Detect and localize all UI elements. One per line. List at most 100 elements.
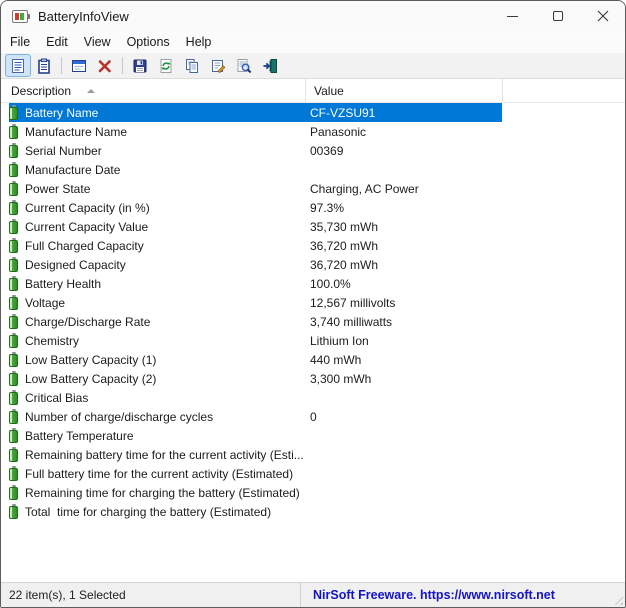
- table-row[interactable]: Full Charged Capacity 36,720 mWh: [9, 236, 502, 255]
- battery-icon: [9, 199, 18, 215]
- table-row[interactable]: Charge/Discharge Rate 3,740 milliwatts: [9, 312, 502, 331]
- row-description: Low Battery Capacity (1): [25, 352, 157, 367]
- toolbar-button-delete[interactable]: [92, 54, 118, 77]
- table-row[interactable]: Remaining battery time for the current a…: [9, 445, 502, 464]
- table-row[interactable]: Designed Capacity 36,720 mWh: [9, 255, 502, 274]
- table-row[interactable]: Current Capacity Value 35,730 mWh: [9, 217, 502, 236]
- battery-icon: [9, 275, 18, 291]
- toolbar-button-find[interactable]: [231, 54, 257, 77]
- nirsoft-link[interactable]: NirSoft Freeware. https://www.nirsoft.ne…: [313, 588, 555, 602]
- menu-item-file[interactable]: File: [2, 33, 38, 51]
- red-x-icon: [98, 59, 111, 72]
- table-row[interactable]: Critical Bias: [9, 388, 502, 407]
- table-row[interactable]: Battery Health 100.0%: [9, 274, 502, 293]
- table-row[interactable]: Manufacture Name Panasonic: [9, 122, 502, 141]
- exit-icon: [263, 58, 277, 73]
- battery-icon: [9, 294, 18, 310]
- column-header-description[interactable]: Description: [1, 79, 306, 102]
- maximize-button[interactable]: [535, 1, 580, 31]
- status-link-pane: NirSoft Freeware. https://www.nirsoft.ne…: [301, 583, 625, 607]
- table-row[interactable]: Power State Charging, AC Power: [9, 179, 502, 198]
- toolbar-button-copy-selected[interactable]: [179, 54, 205, 77]
- row-value: 97.3%: [310, 200, 345, 215]
- row-value: 36,720 mWh: [310, 257, 379, 272]
- table-row[interactable]: Remaining time for charging the battery …: [9, 483, 502, 502]
- menu-item-options[interactable]: Options: [119, 33, 178, 51]
- battery-icon: [9, 123, 18, 139]
- close-button[interactable]: [580, 1, 625, 31]
- table-row[interactable]: Battery Temperature: [9, 426, 502, 445]
- row-value: CF-VZSU91: [310, 105, 376, 120]
- row-description: Manufacture Date: [25, 162, 121, 177]
- battery-info-list: Description Value Battery Name CF-VZSU91…: [1, 79, 625, 582]
- toolbar-button-properties[interactable]: [205, 54, 231, 77]
- table-row[interactable]: Full battery time for the current activi…: [9, 464, 502, 483]
- battery-icon: [9, 218, 18, 234]
- battery-icon: [9, 427, 18, 443]
- row-value: 100.0%: [310, 276, 351, 291]
- table-row[interactable]: Serial Number 00369: [9, 141, 502, 160]
- table-row[interactable]: Battery Name CF-VZSU91: [9, 103, 502, 122]
- row-description: Serial Number: [25, 143, 102, 158]
- row-value: Panasonic: [310, 124, 367, 139]
- row-value: 36,720 mWh: [310, 238, 379, 253]
- battery-icon: [9, 351, 18, 367]
- battery-icon: [9, 484, 18, 500]
- table-row[interactable]: Chemistry Lithium Ion: [9, 331, 502, 350]
- toolbar-button-exit[interactable]: [257, 54, 283, 77]
- window-icon: [72, 59, 86, 72]
- table-row[interactable]: Low Battery Capacity (2) 3,300 mWh: [9, 369, 502, 388]
- toolbar-button-refresh[interactable]: [153, 54, 179, 77]
- minimize-icon: [507, 15, 518, 17]
- row-description: Low Battery Capacity (2): [25, 371, 157, 386]
- row-description: Power State: [25, 181, 91, 196]
- menu-item-help[interactable]: Help: [178, 33, 220, 51]
- table-row[interactable]: Current Capacity (in %) 97.3%: [9, 198, 502, 217]
- battery-icon: [9, 332, 18, 348]
- row-value: 35,730 mWh: [310, 219, 379, 234]
- statusbar: 22 item(s), 1 Selected NirSoft Freeware.…: [1, 582, 625, 607]
- row-description: Battery Temperature: [25, 428, 134, 443]
- column-label: Description: [11, 83, 72, 98]
- row-description: Critical Bias: [25, 390, 89, 405]
- toolbar-button-save-report[interactable]: [127, 54, 153, 77]
- toolbar-separator: [61, 57, 62, 74]
- row-description: Designed Capacity: [25, 257, 126, 272]
- report-icon: [12, 58, 24, 73]
- menu-item-edit[interactable]: Edit: [38, 33, 76, 51]
- list-header: Description Value: [1, 79, 625, 103]
- row-description: Remaining time for charging the battery …: [25, 485, 300, 500]
- battery-icon: [9, 104, 18, 120]
- toolbar-button-options-window[interactable]: [66, 54, 92, 77]
- battery-icon: [9, 446, 18, 462]
- close-icon: [597, 10, 608, 22]
- row-description: Battery Name: [25, 105, 99, 120]
- table-row[interactable]: Low Battery Capacity (1) 440 mWh: [9, 350, 502, 369]
- maximize-icon: [552, 11, 563, 21]
- row-description: Remaining battery time for the current a…: [25, 447, 304, 462]
- menubar: File Edit View Options Help: [1, 31, 625, 53]
- menu-item-view[interactable]: View: [76, 33, 119, 51]
- table-row[interactable]: Manufacture Date: [9, 160, 502, 179]
- sort-ascending-icon: [87, 88, 96, 93]
- column-header-value[interactable]: Value: [306, 79, 503, 102]
- table-row[interactable]: Number of charge/discharge cycles 0: [9, 407, 502, 426]
- battery-icon: [9, 313, 18, 329]
- status-items-count: 22 item(s), 1 Selected: [1, 583, 301, 607]
- row-description: Full battery time for the current activi…: [25, 466, 294, 481]
- row-description: Voltage: [25, 295, 66, 310]
- toolbar-button-battery-information-view[interactable]: [5, 54, 31, 77]
- column-label: Value: [314, 83, 344, 98]
- titlebar: BatteryInfoView: [1, 1, 625, 31]
- table-row[interactable]: Total time for charging the battery (Est…: [9, 502, 502, 521]
- minimize-button[interactable]: [490, 1, 535, 31]
- row-description: Battery Health: [25, 276, 102, 291]
- properties-icon: [212, 59, 226, 73]
- battery-icon: [9, 503, 18, 519]
- toolbar-button-battery-log-view[interactable]: [31, 54, 57, 77]
- clipboard-icon: [38, 58, 50, 74]
- row-description: Full Charged Capacity: [25, 238, 144, 253]
- table-row[interactable]: Voltage 12,567 millivolts: [9, 293, 502, 312]
- app-window: BatteryInfoView File Edit View Options Help: [0, 0, 626, 608]
- window-title: BatteryInfoView: [38, 8, 129, 24]
